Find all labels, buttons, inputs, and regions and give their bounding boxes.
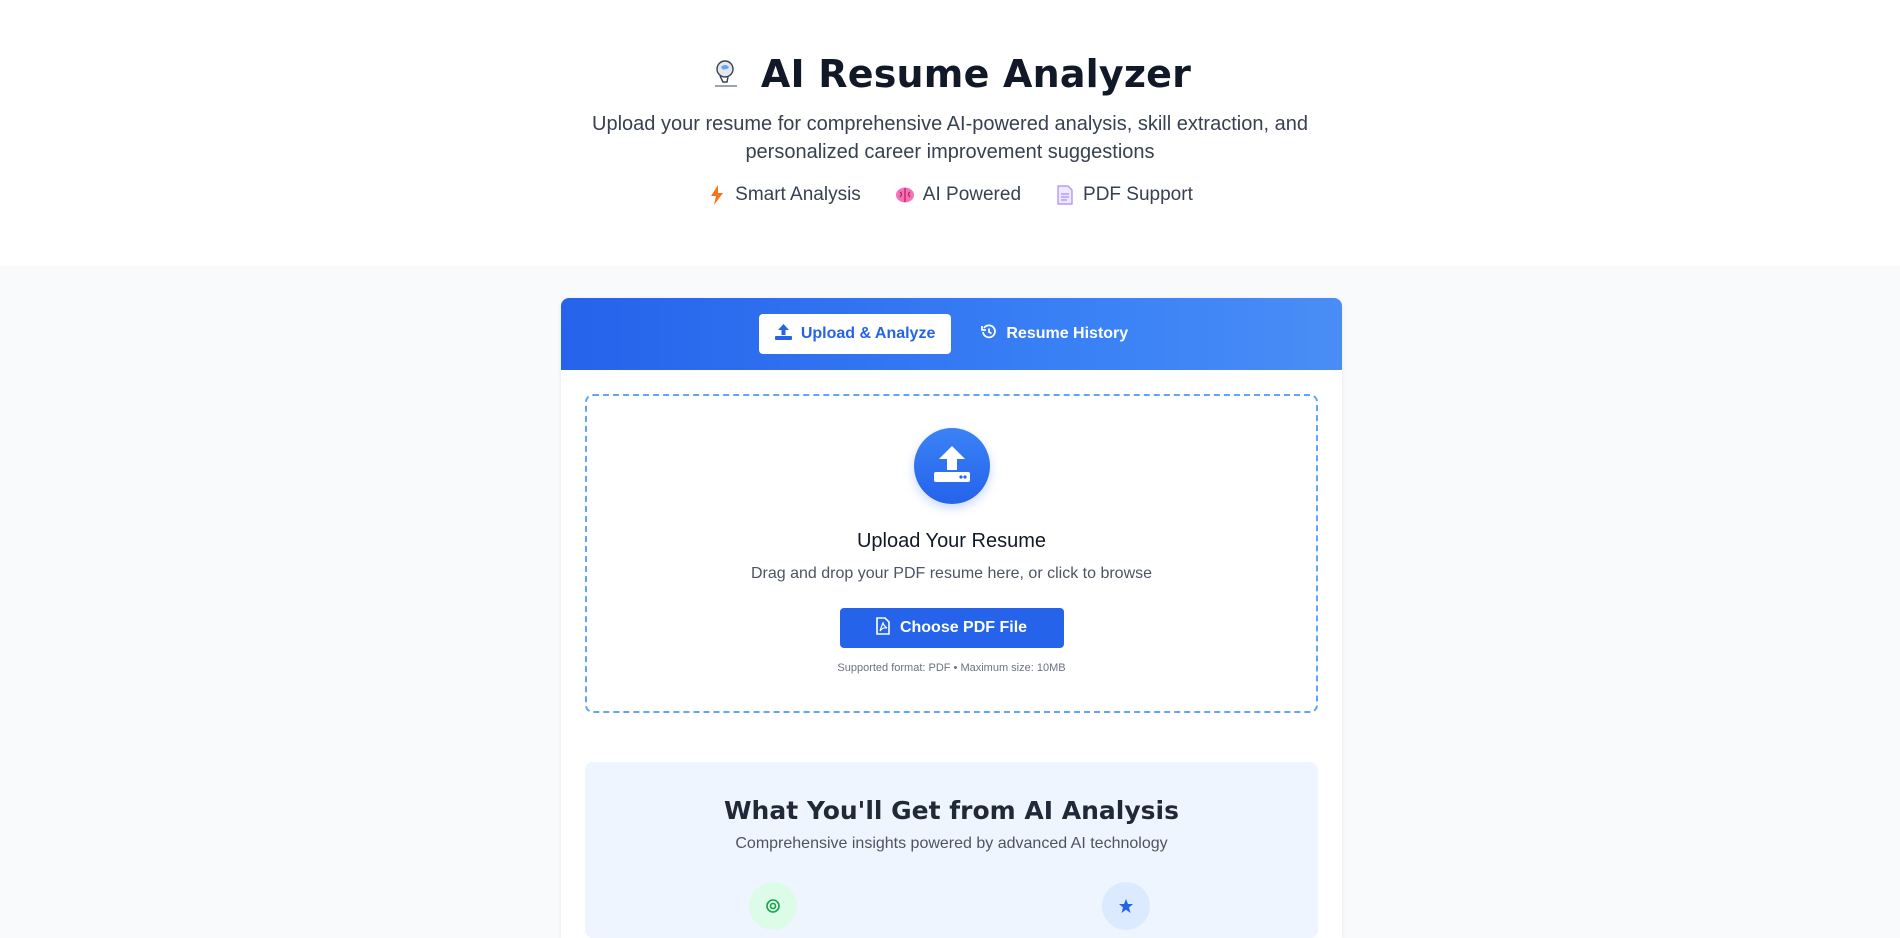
info-subtitle: Comprehensive insights powered by advanc… [735,835,1168,852]
choose-pdf-label: Choose PDF File [899,619,1028,636]
tab-resume-history[interactable]: Resume History [965,314,1144,354]
feature-pdf-support: PDF Support [1055,184,1193,206]
choose-pdf-button[interactable]: Choose PDF File [839,608,1064,648]
feature-list: Smart Analysis AI Powered PDF Support [707,184,1193,206]
hero-header: AI Resume Analyzer Upload your resume fo… [0,0,1900,266]
upload-circle [913,428,990,504]
brain-head-icon [709,57,743,91]
analyzer-card: Upload & Analyze Resume History Upload Y… [561,298,1342,938]
title-row: AI Resume Analyzer [709,52,1191,96]
feature-label: PDF Support [1083,184,1193,205]
upload-icon [774,323,792,345]
page-title: AI Resume Analyzer [760,52,1192,96]
feature-smart-analysis: Smart Analysis [707,184,861,206]
ai-analysis-info: What You'll Get from AI Analysis Compreh… [585,762,1318,938]
pdf-file-icon [876,616,890,640]
feature-label: AI Powered [922,184,1022,205]
supported-format-note: Supported format: PDF • Maximum size: 10… [837,662,1066,674]
lightning-icon [707,185,727,205]
document-icon [1055,185,1075,205]
star-icon [1102,882,1150,930]
brain-icon [895,185,915,205]
feature-ai-powered: AI Powered [895,184,1021,206]
tab-bar: Upload & Analyze Resume History [561,298,1342,370]
page-subtitle: Upload your resume for comprehensive AI-… [592,113,1308,163]
dropzone-title: Upload Your Resume [856,530,1046,552]
upload-tray-icon [933,445,971,487]
info-title: What You'll Get from AI Analysis [723,796,1179,825]
tab-label: Resume History [1006,325,1129,342]
dropzone-description: Drag and drop your PDF resume here, or c… [750,565,1153,582]
upload-dropzone[interactable]: Upload Your Resume Drag and drop your PD… [585,394,1318,713]
feature-label: Smart Analysis [735,184,861,205]
history-icon [981,323,997,345]
tab-upload-analyze[interactable]: Upload & Analyze [758,314,952,354]
target-icon [749,882,797,930]
tab-label: Upload & Analyze [800,325,936,342]
